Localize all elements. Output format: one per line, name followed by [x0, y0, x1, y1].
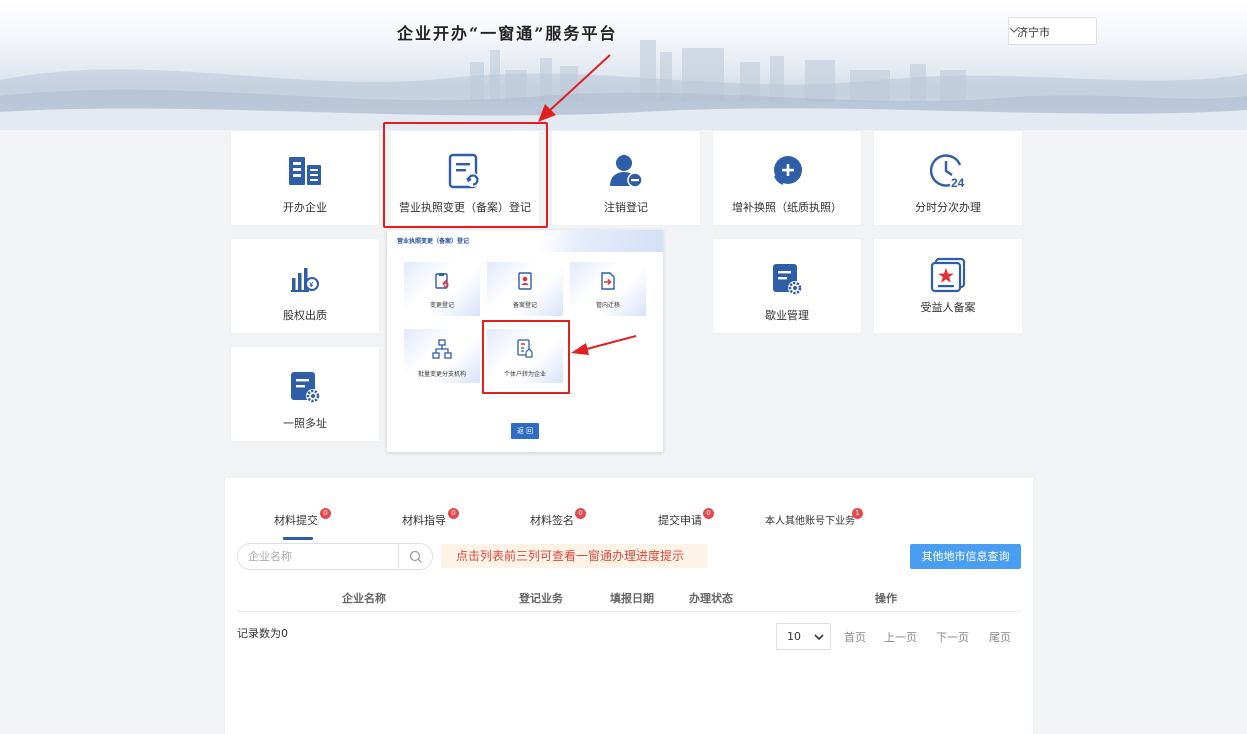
next-page-link[interactable]: 下一页	[936, 629, 969, 645]
service-label: 开办企业	[283, 201, 327, 214]
popup-item-label: 批量变更分支机构	[417, 371, 466, 378]
record-count: 记录数为0	[237, 627, 288, 640]
tab-label: 材料提交	[274, 514, 318, 527]
popup-title: 营业执照变更（备案）登记	[387, 230, 663, 252]
service-label: 分时分次办理	[915, 201, 981, 214]
column-header: 填报日期	[610, 592, 654, 605]
clipboard-edit-icon	[434, 272, 450, 294]
search-box	[237, 543, 433, 570]
service-label: 受益人备案	[920, 301, 976, 314]
popup-item-batch-branch-change[interactable]: 批量变更分支机构	[404, 329, 480, 383]
tab-label: 材料签名	[530, 514, 574, 527]
service-label: 增补换照（纸质执照）	[732, 201, 842, 214]
popup-item-label: 管内迁移	[595, 302, 620, 309]
equity-chart-icon: ¥	[290, 261, 320, 297]
clock-24-icon: 24	[930, 153, 966, 189]
chevron-down-icon	[1009, 27, 1019, 33]
service-tile-beneficiary-filing[interactable]: 受益人备案	[873, 238, 1023, 334]
tab-count-badge: 0	[575, 508, 586, 519]
chevron-down-icon	[814, 634, 824, 641]
other-city-query-button[interactable]: 其他地市信息查询	[910, 544, 1021, 569]
service-tile-open-business[interactable]: 开办企业	[230, 130, 380, 226]
tab-other-accounts[interactable]: 本人其他账号下业务	[765, 512, 855, 527]
column-header: 办理状态	[689, 592, 733, 605]
popup-item-internal-relocation[interactable]: 管内迁移	[570, 262, 646, 316]
back-button[interactable]: 返 回	[511, 423, 539, 439]
highlight-box	[482, 320, 570, 394]
active-tab-indicator	[283, 537, 313, 540]
building-icon	[288, 153, 322, 189]
document-gear-icon	[771, 261, 803, 297]
popup-item-filing-registration[interactable]: 备案登记	[487, 262, 563, 316]
org-chart-icon	[432, 339, 452, 363]
tab-material-submit[interactable]: 材料提交	[274, 512, 318, 528]
header-banner: 企业开办“一窗通”服务平台 济宁市	[0, 0, 1247, 130]
service-tile-license-replace[interactable]: 增补换照（纸质执照）	[712, 130, 862, 226]
table-header-divider	[237, 611, 1021, 612]
tab-label: 本人其他账号下业务	[765, 516, 855, 527]
city-select-value: 济宁市	[1017, 26, 1050, 39]
svg-text:24: 24	[951, 176, 965, 189]
service-tile-equity-pledge[interactable]: ¥ 股权出质	[230, 238, 380, 334]
user-remove-icon	[609, 153, 643, 189]
service-tile-suspension[interactable]: 歇业管理	[712, 238, 862, 334]
tab-label: 提交申请	[658, 514, 702, 527]
service-tile-multi-address[interactable]: 一照多址	[230, 346, 380, 442]
page-size-value: 10	[787, 630, 801, 643]
service-label: 注销登记	[604, 201, 648, 214]
business-panel: 材料提交 0 材料指导 0 材料签名 0 提交申请 0 本人其他账号下业务 1 …	[225, 478, 1033, 734]
page-title: 企业开办“一窗通”服务平台	[397, 24, 618, 43]
service-tile-deregistration[interactable]: 注销登记	[551, 130, 701, 226]
progress-tip-notice: 点击列表前三列可查看一窗通办理进度提示	[441, 544, 707, 568]
column-header: 操作	[875, 592, 897, 605]
company-name-search-input[interactable]	[238, 544, 398, 569]
tab-count-badge: 0	[448, 508, 459, 519]
svg-text:¥: ¥	[309, 282, 313, 289]
file-move-icon	[599, 272, 617, 294]
service-tile-timed-handling[interactable]: 24 分时分次办理	[873, 130, 1023, 226]
service-label: 歇业管理	[765, 309, 809, 322]
prev-page-link[interactable]: 上一页	[884, 629, 917, 645]
popup-item-change-registration[interactable]: 变更登记	[404, 262, 480, 316]
plus-circle-icon	[770, 153, 804, 189]
city-select[interactable]: 济宁市	[1008, 17, 1097, 45]
highlight-box	[383, 122, 548, 228]
last-page-link[interactable]: 尾页	[989, 629, 1011, 645]
document-gear-icon	[289, 369, 321, 405]
search-button[interactable]	[398, 544, 432, 569]
tab-submit-application[interactable]: 提交申请	[658, 512, 702, 528]
popup-item-label: 变更登记	[429, 302, 454, 309]
page-size-select[interactable]: 10	[776, 623, 831, 650]
id-card-icon	[517, 272, 533, 294]
first-page-link[interactable]: 首页	[844, 629, 866, 645]
column-header: 企业名称	[342, 592, 386, 605]
tab-material-guide[interactable]: 材料指导	[402, 512, 446, 528]
tab-count-badge: 1	[852, 508, 863, 519]
service-label: 股权出质	[283, 309, 327, 322]
tab-count-badge: 0	[320, 508, 331, 519]
star-certificate-icon	[930, 257, 966, 293]
service-label: 一照多址	[283, 417, 327, 430]
tab-count-badge: 0	[703, 508, 714, 519]
tab-material-sign[interactable]: 材料签名	[530, 512, 574, 528]
search-icon	[409, 550, 422, 563]
column-header: 登记业务	[519, 592, 563, 605]
popup-item-label: 备案登记	[512, 302, 537, 309]
tab-label: 材料指导	[402, 514, 446, 527]
